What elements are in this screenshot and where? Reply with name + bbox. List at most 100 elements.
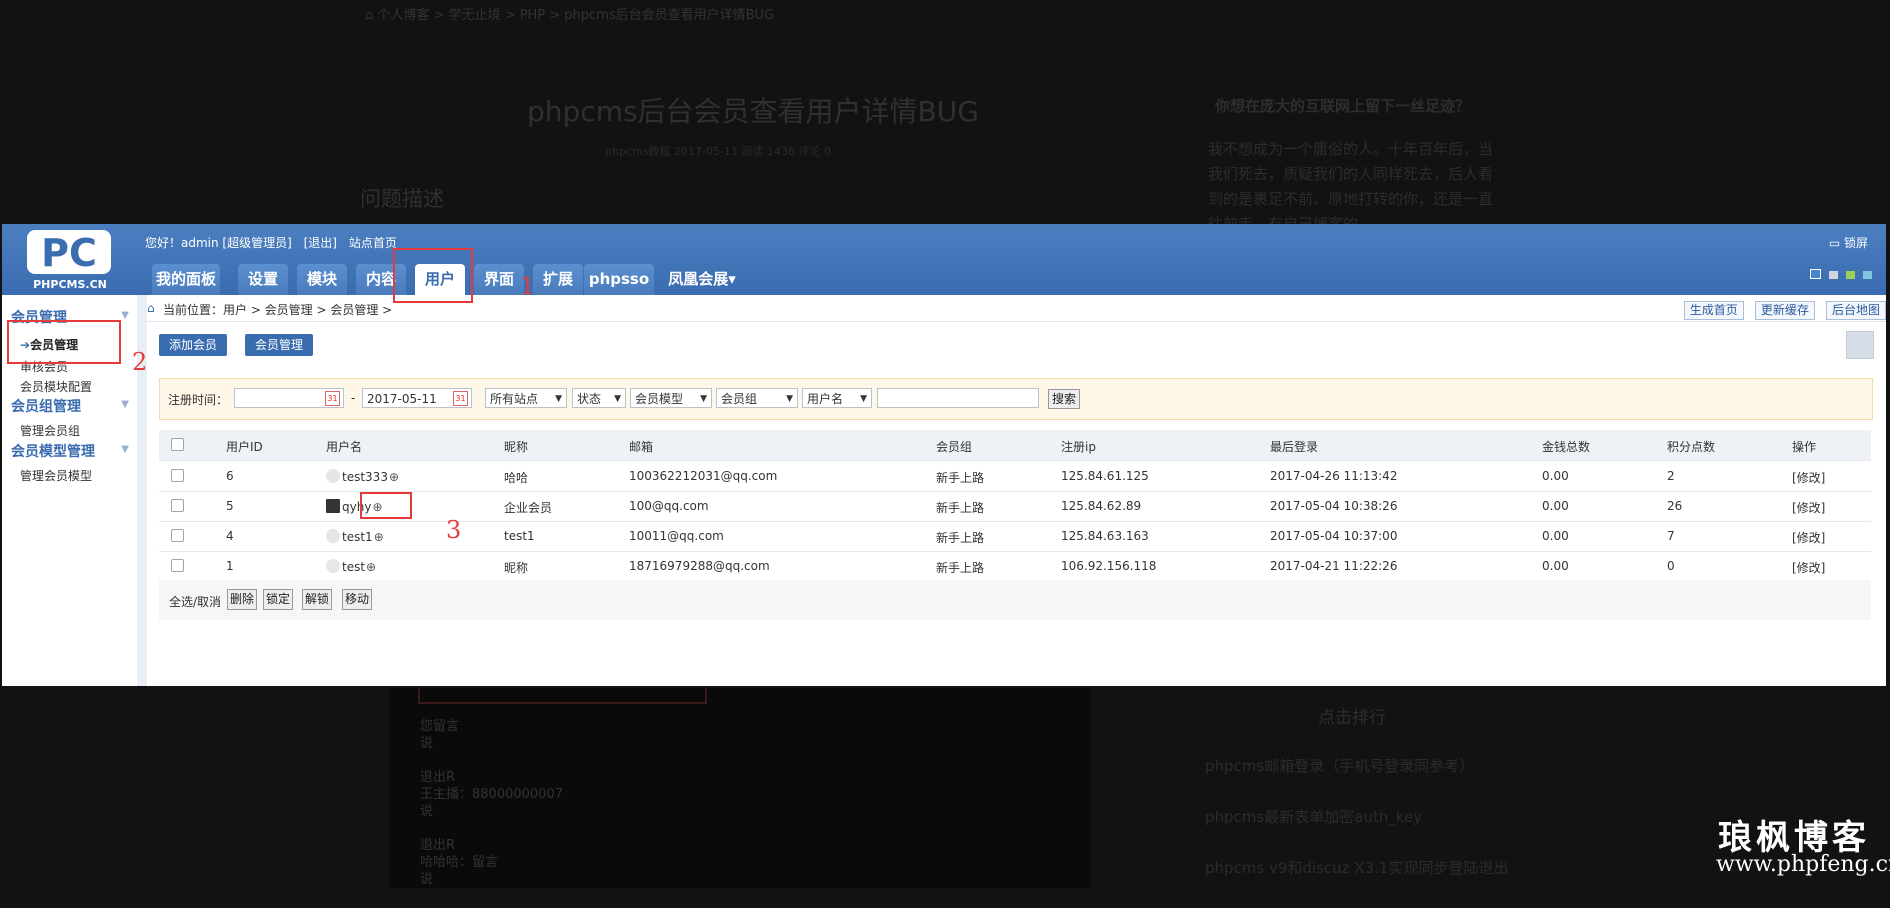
cell-register-ip: 106.92.156.118 — [1061, 559, 1157, 573]
cell-user-id: 4 — [226, 529, 234, 543]
zoom-icon[interactable]: ⊕ — [389, 470, 399, 484]
cell-email: 100@qq.com — [629, 499, 709, 513]
cell-last-login: 2017-05-04 10:37:00 — [1270, 529, 1398, 543]
logo-mark: PC — [27, 230, 111, 275]
col-email: 邮箱 — [629, 440, 654, 454]
site-select[interactable]: 所有站点 ▼ — [485, 388, 567, 408]
calendar-icon[interactable]: 31 — [453, 391, 468, 406]
sidebar-item-manage-groups[interactable]: 管理会员组 — [20, 422, 80, 439]
zoom-icon[interactable]: ⊕ — [374, 530, 384, 544]
cell-username: test1⊕ — [326, 529, 384, 544]
username-link[interactable]: test1 — [342, 530, 373, 544]
cell-money: 0.00 — [1542, 499, 1569, 513]
row-checkbox[interactable] — [171, 469, 184, 482]
tab-phoenix-expo[interactable]: 凤凰会展▾ — [662, 264, 742, 295]
theme-swatch-green[interactable] — [1845, 271, 1855, 279]
model-select-value: 会员模型 — [635, 392, 684, 406]
bg-article-title: phpcms后台会员查看用户详情BUG — [527, 95, 979, 128]
admin-map-button[interactable]: 后台地图 — [1825, 301, 1886, 320]
status-select-value: 状态 — [577, 392, 602, 406]
tab-modules[interactable]: 模块 — [297, 264, 347, 295]
row-checkbox[interactable] — [171, 499, 184, 512]
field-select[interactable]: 用户名 ▼ — [802, 388, 872, 408]
col-nickname: 昵称 — [504, 440, 529, 454]
member-manage-tab[interactable]: 会员管理 — [245, 334, 313, 356]
date-to-input[interactable]: 2017-05-11 31 — [362, 388, 472, 408]
edit-link[interactable]: [修改] — [1792, 559, 1825, 576]
cell-nickname: 企业会员 — [504, 501, 553, 515]
update-cache-button[interactable]: 更新缓存 — [1754, 301, 1815, 320]
row-checkbox[interactable] — [171, 559, 184, 572]
select-all-checkbox[interactable] — [171, 438, 184, 451]
cell-register-ip: 125.84.63.163 — [1061, 529, 1149, 543]
bg-rank-list: phpcms邮箱登录（手机号登录同参考） phpcms最新表单加密auth_ke… — [1205, 755, 1508, 908]
bg-rank-item[interactable]: phpcms v9和discuz X3.1实现同步登陆退出 — [1205, 857, 1508, 908]
cell-last-login: 2017-04-26 11:13:42 — [1270, 469, 1398, 483]
unlock-button[interactable]: 解锁 — [302, 589, 332, 610]
layout-grid-icon[interactable] — [1846, 331, 1874, 359]
chevron-down-icon[interactable]: ▼ — [121, 399, 129, 410]
logout-link[interactable]: [退出] — [304, 236, 337, 250]
tab-interface[interactable]: 界面 — [474, 264, 524, 295]
username-link[interactable]: test333 — [342, 470, 388, 484]
select-all-toggle[interactable]: 全选/取消 — [169, 593, 221, 610]
delete-button[interactable]: 删除 — [227, 589, 257, 610]
chevron-down-icon[interactable]: ▼ — [121, 444, 129, 455]
edit-link[interactable]: [修改] — [1792, 499, 1825, 516]
cell-register-ip: 125.84.62.89 — [1061, 499, 1142, 513]
add-member-button[interactable]: 添加会员 — [159, 334, 227, 356]
generate-homepage-button[interactable]: 生成首页 — [1683, 301, 1744, 320]
sidebar-group-member-groups[interactable]: 会员组管理 — [11, 396, 81, 416]
breadcrumb-text: 当前位置：用户 > 会员管理 > 会员管理 > — [163, 303, 393, 317]
tab-my-panel[interactable]: 我的面板 — [152, 264, 220, 295]
tab-extend[interactable]: 扩展 — [533, 264, 583, 295]
col-register-ip: 注册ip — [1061, 440, 1096, 454]
cell-register-ip: 125.84.61.125 — [1061, 469, 1149, 483]
tab-phpsso[interactable]: phpsso — [584, 264, 654, 295]
row-checkbox[interactable] — [171, 529, 184, 542]
edit-link[interactable]: [修改] — [1792, 469, 1825, 486]
cell-group: 新手上路 — [936, 471, 985, 485]
keyword-input[interactable] — [877, 388, 1039, 408]
lock-screen-button[interactable]: ▭ 锁屏 — [1829, 234, 1868, 251]
group-select[interactable]: 会员组 ▼ — [716, 388, 798, 408]
sidebar-group-member-models[interactable]: 会员模型管理 — [11, 441, 95, 461]
username-link[interactable]: test — [342, 560, 365, 574]
edit-link[interactable]: [修改] — [1792, 529, 1825, 546]
calendar-icon[interactable]: 31 — [325, 391, 340, 406]
date-to-value: 2017-05-11 — [367, 392, 437, 406]
lock-label: 锁屏 — [1843, 236, 1868, 250]
breadcrumb-tools: 生成首页 更新缓存 后台地图 — [1678, 299, 1886, 320]
bg-rank-item[interactable]: phpcms最新表单加密auth_key — [1205, 806, 1508, 857]
search-button[interactable]: 搜索 — [1048, 389, 1080, 409]
dropdown-arrow-icon: ▼ — [786, 394, 793, 404]
annotation-number: 3 — [446, 516, 462, 544]
lock-button[interactable]: 锁定 — [263, 589, 293, 610]
cell-user-id: 5 — [226, 499, 234, 513]
theme-swatch-gray[interactable] — [1828, 271, 1838, 279]
avatar-icon — [326, 559, 340, 573]
tab-settings[interactable]: 设置 — [238, 264, 288, 295]
chevron-down-icon[interactable]: ▼ — [121, 310, 129, 321]
cell-username: test333⊕ — [326, 469, 399, 484]
cell-nickname: test1 — [504, 529, 535, 543]
date-from-input[interactable]: 31 — [234, 388, 344, 408]
cell-user-id: 1 — [226, 559, 234, 573]
theme-swatch-cyan[interactable] — [1863, 271, 1872, 279]
zoom-icon[interactable]: ⊕ — [366, 560, 376, 574]
cell-nickname: 哈哈 — [504, 471, 529, 485]
bg-rank-item[interactable]: phpcms邮箱登录（手机号登录同参考） — [1205, 755, 1508, 806]
annotation-box-member-manage — [7, 320, 121, 364]
site-select-value: 所有站点 — [490, 392, 539, 406]
theme-swatch-blue[interactable] — [1809, 269, 1821, 279]
avatar-icon — [326, 469, 340, 483]
date-separator: - — [351, 391, 356, 405]
status-select[interactable]: 状态 ▼ — [572, 388, 626, 408]
sidebar-item-manage-models[interactable]: 管理会员模型 — [20, 467, 92, 484]
phpcms-logo[interactable]: PC PHPCMS.CN — [26, 228, 112, 291]
sidebar-item-module-config[interactable]: 会员模块配置 — [20, 378, 92, 395]
move-button[interactable]: 移动 — [342, 589, 372, 610]
model-select[interactable]: 会员模型 ▼ — [630, 388, 712, 408]
site-home-link[interactable]: 站点首页 — [349, 236, 397, 250]
group-select-value: 会员组 — [721, 392, 758, 406]
